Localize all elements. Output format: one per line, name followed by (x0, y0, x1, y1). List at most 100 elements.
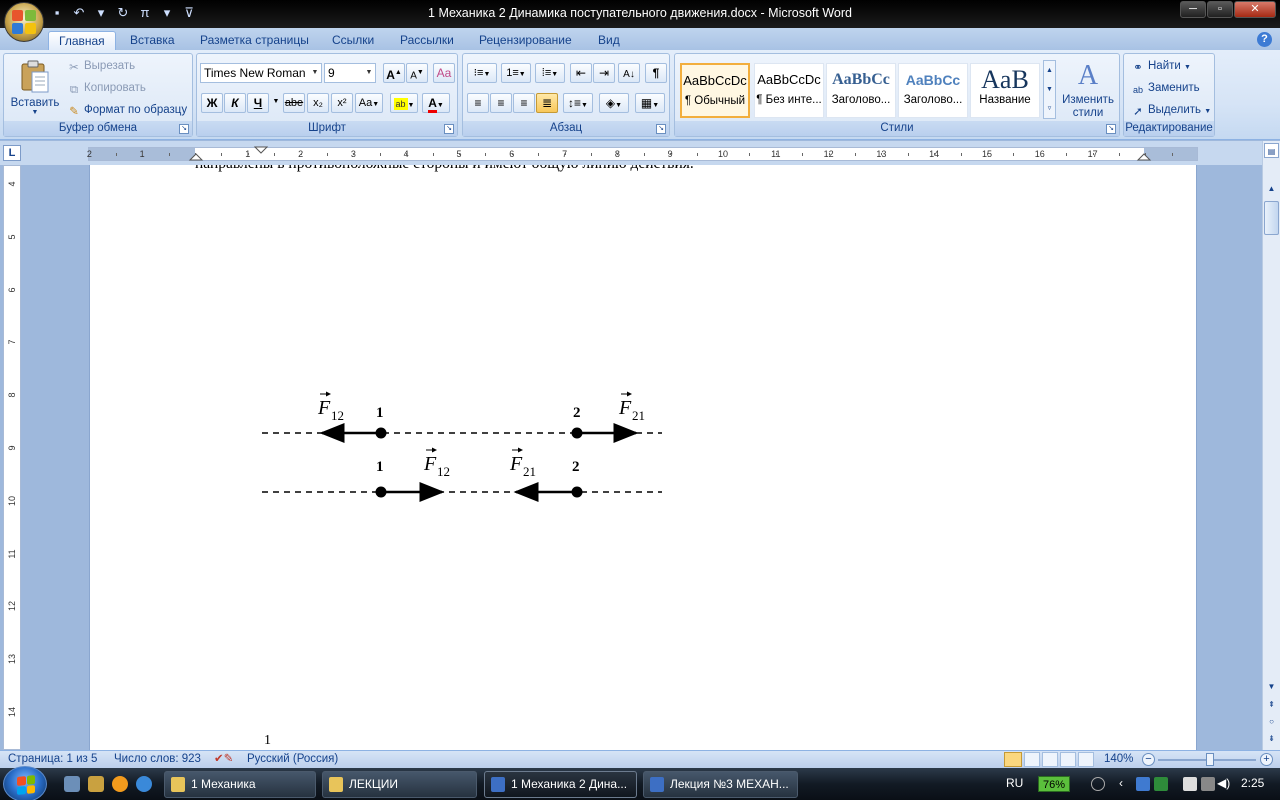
full-screen-reading-icon[interactable] (1024, 752, 1040, 767)
tab-review[interactable]: Рецензирование (469, 31, 582, 50)
shrink-font-button[interactable]: A▼ (406, 63, 428, 83)
styles-launcher-icon[interactable]: ↘ (1106, 124, 1116, 134)
align-center-button[interactable]: ≡ (490, 93, 512, 113)
style-no-spacing[interactable]: AaBbCcDc ¶ Без инте... (754, 63, 824, 118)
style-title[interactable]: AaB Название (970, 63, 1040, 118)
bold-button[interactable]: Ж (201, 93, 223, 113)
battery-indicator[interactable]: 76% (1038, 776, 1071, 792)
change-styles-button[interactable]: A Изменить стили (1059, 58, 1117, 120)
clear-format-button[interactable]: Aa (433, 63, 455, 83)
find-button[interactable]: ⚭ Найти ▼ (1130, 56, 1191, 76)
font-size-combo[interactable]: 9 ▼ (324, 63, 376, 83)
tray-app-icon[interactable] (1136, 777, 1150, 791)
paragraph-launcher-icon[interactable]: ↘ (656, 124, 666, 134)
media-player-icon[interactable] (112, 776, 128, 792)
signal-tray-icon[interactable] (1201, 777, 1215, 791)
highlight-button[interactable]: ab ▼ (390, 93, 418, 113)
zoom-in-icon[interactable]: + (1260, 753, 1273, 766)
scroll-down-icon[interactable]: ▼ (1264, 679, 1279, 694)
cut-button[interactable]: ✂ Вырезать (66, 56, 135, 76)
line-spacing-button[interactable]: ↕≡▼ (563, 93, 593, 113)
word-count-status[interactable]: Число слов: 923 (114, 751, 201, 768)
underline-button[interactable]: Ч (247, 93, 269, 113)
tray-expand-icon[interactable]: ‹ (1119, 776, 1123, 790)
clipboard-launcher-icon[interactable]: ↘ (179, 124, 189, 134)
language-status[interactable]: Русский (Россия) (247, 751, 338, 768)
print-layout-view-icon[interactable] (1004, 752, 1022, 767)
tab-view[interactable]: Вид (588, 31, 630, 50)
vertical-scrollbar[interactable]: ▤ ▲ ▼ ⇞ ○ ⇟ (1262, 141, 1280, 750)
internet-explorer-icon[interactable] (136, 776, 152, 792)
task-word-active[interactable]: 1 Механика 2 Дина... (484, 771, 637, 798)
show-formatting-button[interactable]: ¶ (645, 63, 667, 83)
italic-button[interactable]: К (224, 93, 246, 113)
next-page-icon[interactable]: ⇟ (1264, 731, 1279, 746)
document-page[interactable]: направлены в противоположные стороны и и… (89, 165, 1197, 750)
clock[interactable]: 2:25 (1241, 776, 1264, 790)
first-line-indent-marker-icon[interactable] (253, 146, 269, 156)
web-layout-icon[interactable] (1042, 752, 1058, 767)
draft-view-icon[interactable] (1078, 752, 1094, 767)
tab-mailings[interactable]: Рассылки (390, 31, 464, 50)
vertical-ruler[interactable]: 4 5 6 7 8 9 10 11 12 13 14 (3, 165, 21, 750)
start-button[interactable] (3, 766, 47, 800)
font-name-combo[interactable]: Times New Roman ▼ (200, 63, 322, 83)
tab-selector[interactable]: L (3, 145, 21, 161)
increase-indent-button[interactable]: ⇥ (593, 63, 615, 83)
style-normal[interactable]: AaBbCcDc ¶ Обычный (680, 63, 750, 118)
copy-button[interactable]: ⧉ Копировать (66, 78, 146, 98)
left-indent-marker-icon[interactable] (188, 147, 204, 161)
style-heading-2[interactable]: AaBbCc Заголово... (898, 63, 968, 118)
sort-button[interactable]: A↓ (618, 63, 640, 83)
scroll-thumb[interactable] (1264, 201, 1279, 235)
help-icon[interactable]: ? (1257, 32, 1272, 47)
horizontal-ruler[interactable]: 211234567891011121314151617 (87, 146, 1198, 161)
proofing-icon[interactable]: ✔✎ (214, 751, 233, 768)
subscript-button[interactable]: x₂ (307, 93, 329, 113)
shading-button[interactable]: ◈▼ (599, 93, 629, 113)
borders-button[interactable]: ▦▼ (635, 93, 665, 113)
tab-references[interactable]: Ссылки (322, 31, 384, 50)
paste-button[interactable]: Вставить ▼ (10, 58, 60, 120)
volume-tray-icon[interactable]: ◀) (1217, 776, 1230, 790)
explorer-quicklaunch-icon[interactable] (88, 776, 104, 792)
multilevel-list-button[interactable]: ⁞≡▼ (535, 63, 565, 83)
task-word-lecture3[interactable]: Лекция №3 МЕХАН... (643, 771, 798, 798)
strikethrough-button[interactable]: abe (283, 93, 305, 113)
show-desktop-icon[interactable] (64, 776, 80, 792)
font-launcher-icon[interactable]: ↘ (444, 124, 454, 134)
tray-app-icon[interactable] (1154, 777, 1168, 791)
zoom-out-icon[interactable]: − (1142, 753, 1155, 766)
align-left-button[interactable]: ≡ (467, 93, 489, 113)
zoom-level[interactable]: 140% (1104, 751, 1133, 768)
justify-button[interactable]: ≣ (536, 93, 558, 113)
align-right-button[interactable]: ≡ (513, 93, 535, 113)
font-color-button[interactable]: A▼ (422, 93, 450, 113)
outline-view-icon[interactable] (1060, 752, 1076, 767)
input-language-indicator[interactable]: RU (1006, 776, 1023, 790)
font-name-dropdown-icon[interactable]: ▼ (309, 64, 321, 82)
grow-font-button[interactable]: A▲ (383, 63, 405, 83)
scroll-up-icon[interactable]: ▲ (1264, 181, 1279, 196)
view-ruler-icon[interactable]: ▤ (1264, 143, 1279, 158)
minimize-button[interactable]: ─ (1180, 1, 1206, 18)
tab-page-layout[interactable]: Разметка страницы (190, 31, 319, 50)
tab-insert[interactable]: Вставка (120, 31, 185, 50)
decrease-indent-button[interactable]: ⇤ (570, 63, 592, 83)
styles-gallery-scroll[interactable]: ▲ ▼ ▿ (1043, 60, 1056, 119)
task-folder-mechanika[interactable]: 1 Механика (164, 771, 316, 798)
replace-button[interactable]: ab Заменить (1130, 78, 1200, 98)
office-button[interactable] (4, 2, 44, 42)
underline-dropdown-icon[interactable]: ▼ (271, 93, 281, 113)
tab-home[interactable]: Главная (48, 31, 116, 50)
format-painter-button[interactable]: ✎ Формат по образцу (66, 100, 187, 120)
previous-page-icon[interactable]: ⇞ (1264, 697, 1279, 712)
select-button[interactable]: ➚ Выделить ▼ (1130, 100, 1211, 120)
bullets-button[interactable]: ⁝≡▼ (467, 63, 497, 83)
select-browse-object-icon[interactable]: ○ (1264, 714, 1279, 729)
document-area[interactable]: направлены в противоположные стороны и и… (22, 165, 1262, 750)
zoom-slider-thumb[interactable] (1206, 753, 1214, 766)
task-folder-lekcii[interactable]: ЛЕКЦИИ (322, 771, 477, 798)
right-indent-marker-icon[interactable] (1136, 147, 1152, 161)
network-tray-icon[interactable] (1091, 777, 1105, 791)
